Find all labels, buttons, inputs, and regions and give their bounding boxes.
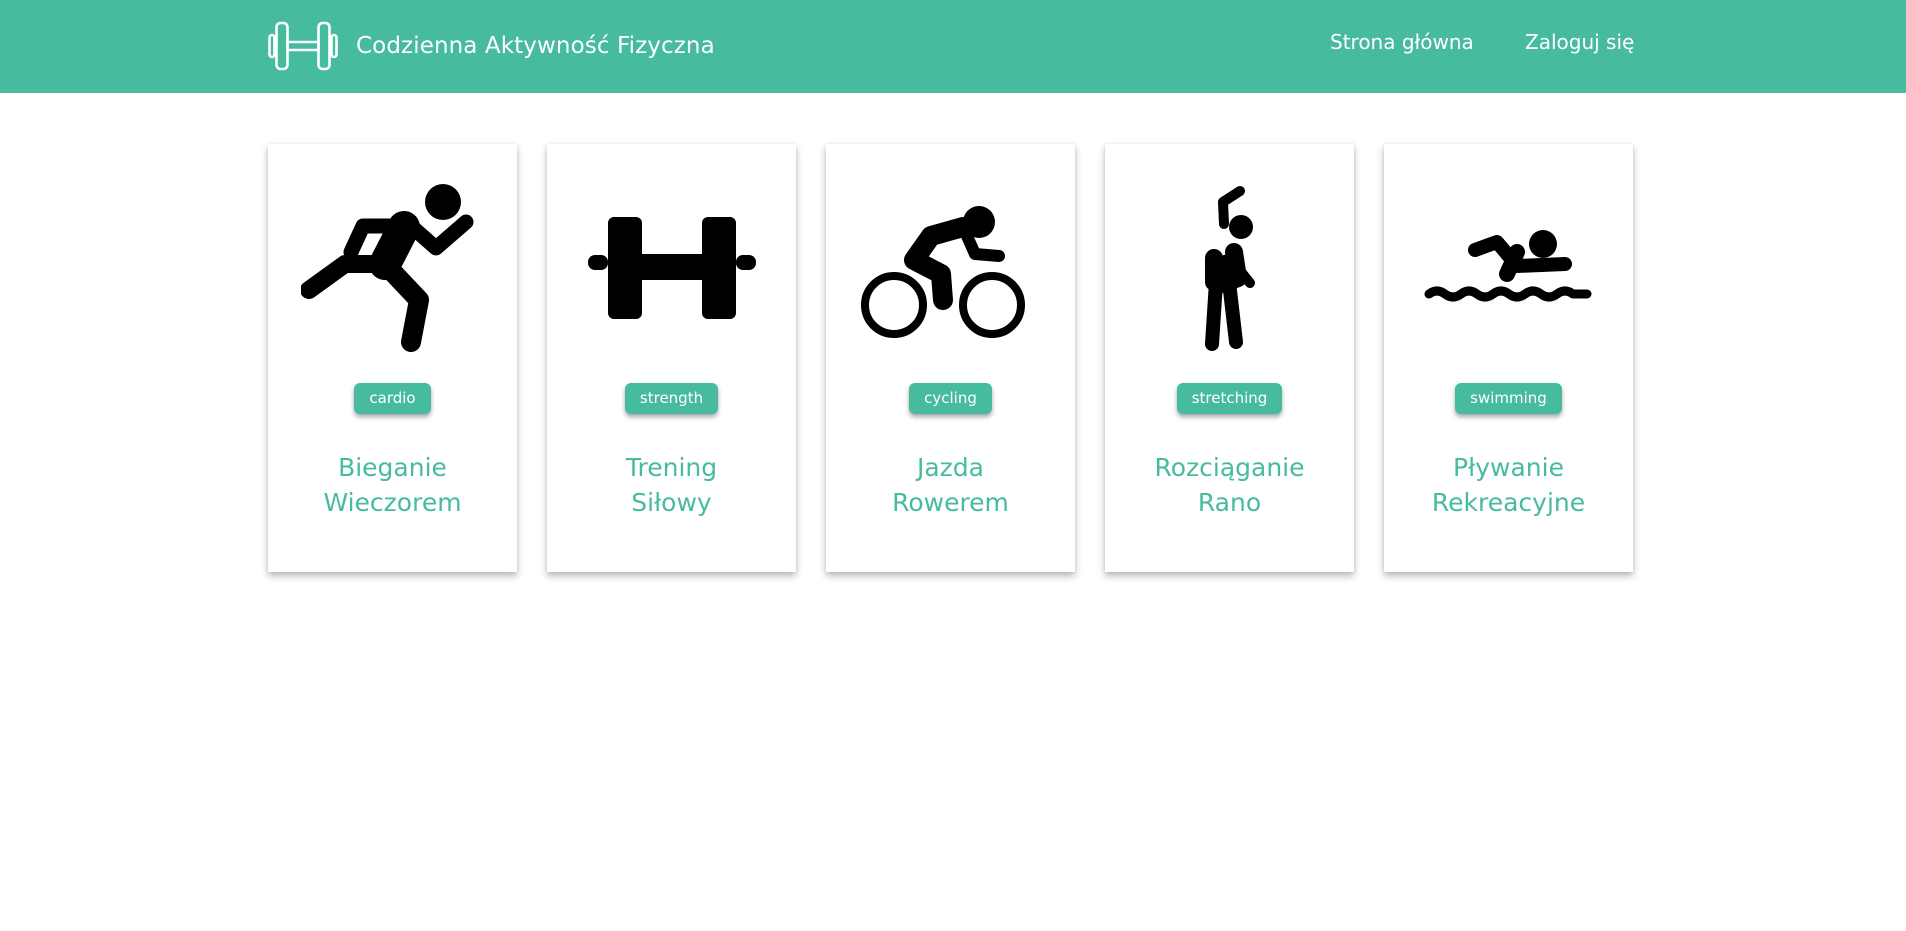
activity-title[interactable]: Pływanie Rekreacyjne — [1384, 450, 1633, 520]
activity-title-line: Rekreacyjne — [1431, 488, 1586, 517]
activity-title-line: Jazda — [916, 453, 984, 482]
running-icon — [301, 182, 485, 352]
activity-card-cycling[interactable]: cycling Jazda Rowerem — [826, 144, 1075, 572]
activity-title-line: Rowerem — [892, 488, 1009, 517]
activity-title[interactable]: Trening Siłowy — [547, 450, 796, 520]
activity-cards: cardio Bieganie Wieczorem strength Treni… — [268, 144, 1633, 572]
brand-link[interactable]: Codzienna Aktywność Fizyczna — [268, 19, 715, 73]
brand-title: Codzienna Aktywność Fizyczna — [356, 33, 715, 59]
activity-title[interactable]: Rozciąganie Rano — [1105, 450, 1354, 520]
activity-card-swimming[interactable]: swimming Pływanie Rekreacyjne — [1384, 144, 1633, 572]
activity-card-cardio[interactable]: cardio Bieganie Wieczorem — [268, 144, 517, 572]
activity-title-line: Rozciąganie — [1154, 453, 1305, 482]
cycling-icon — [859, 182, 1043, 352]
activity-title-line: Siłowy — [631, 488, 712, 517]
activity-card-strength[interactable]: strength Trening Siłowy — [547, 144, 796, 572]
activity-title-line: Rano — [1197, 488, 1262, 517]
activity-title-line: Wieczorem — [323, 488, 462, 517]
activity-title-line: Pływanie — [1453, 453, 1564, 482]
activity-title-line: Bieganie — [338, 453, 447, 482]
category-badge: cycling — [909, 383, 992, 414]
dumbbell-icon — [580, 182, 764, 352]
category-badge: swimming — [1455, 383, 1562, 414]
category-badge: cardio — [354, 383, 431, 414]
dumbbell-outline-icon — [268, 21, 338, 71]
activity-title-line: Trening — [625, 453, 718, 482]
swimming-icon — [1417, 182, 1601, 352]
activity-title[interactable]: Jazda Rowerem — [826, 450, 1075, 520]
nav-login-link[interactable]: Zaloguj się — [1525, 30, 1634, 54]
category-badge: stretching — [1176, 383, 1283, 414]
activity-card-stretching[interactable]: stretching Rozciąganie Rano — [1105, 144, 1354, 572]
activity-title[interactable]: Bieganie Wieczorem — [268, 450, 517, 520]
nav-home-link[interactable]: Strona główna — [1330, 30, 1474, 54]
navbar: Codzienna Aktywność Fizyczna Strona głów… — [0, 0, 1906, 93]
stretching-icon — [1138, 182, 1322, 352]
category-badge: strength — [624, 383, 719, 414]
